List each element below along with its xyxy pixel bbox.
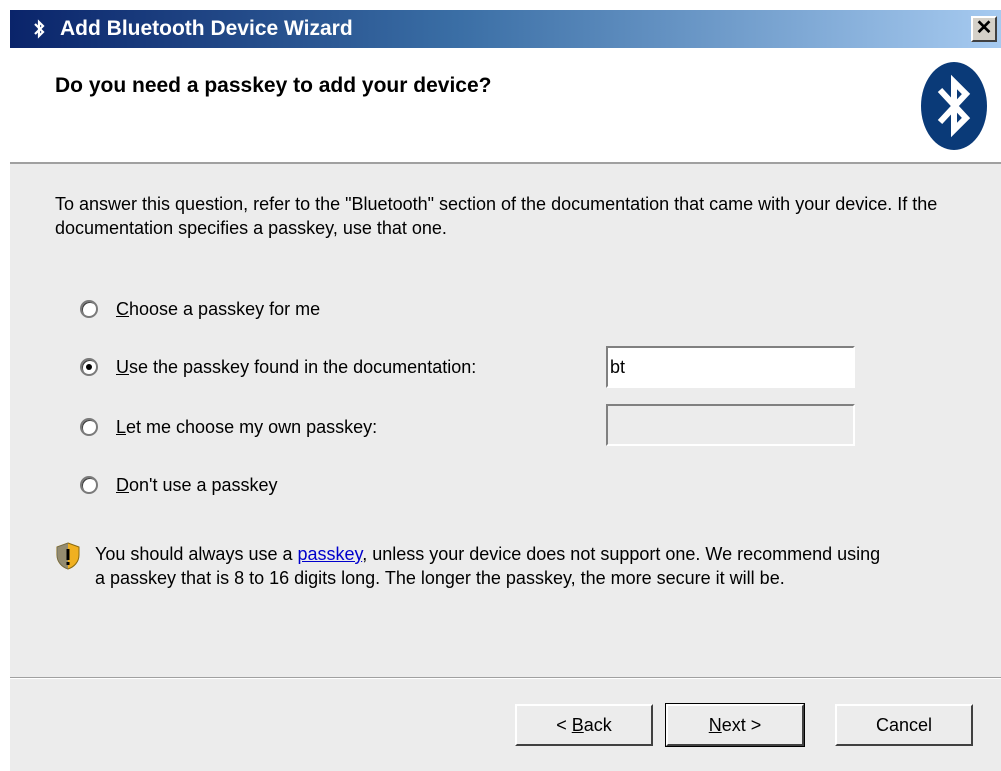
radio-button[interactable] — [80, 418, 98, 436]
radio-label[interactable]: Use the passkey found in the documentati… — [116, 357, 476, 378]
radio-button[interactable] — [80, 300, 98, 318]
radio-option-choose-for-me[interactable]: Choose a passkey for me — [80, 294, 320, 324]
close-icon: ✕ — [975, 17, 993, 39]
title-bar[interactable]: Add Bluetooth Device Wizard ✕ — [10, 10, 1001, 48]
wizard-header: Do you need a passkey to add your device… — [10, 48, 1001, 164]
radio-label[interactable]: Let me choose my own passkey: — [116, 417, 377, 438]
radio-label[interactable]: Don't use a passkey — [116, 475, 278, 496]
close-button[interactable]: ✕ — [971, 16, 997, 42]
radio-option-no-passkey[interactable]: Don't use a passkey — [80, 470, 278, 500]
cancel-button[interactable]: Cancel — [835, 704, 973, 746]
radio-button[interactable] — [80, 476, 98, 494]
next-button[interactable]: Next > — [665, 703, 805, 747]
footer-divider — [10, 677, 1001, 679]
bluetooth-icon — [34, 19, 45, 39]
page-title: Do you need a passkey to add your device… — [55, 74, 492, 97]
notice-text: You should always use a passkey, unless … — [95, 544, 881, 588]
radio-button[interactable] — [80, 358, 98, 376]
bluetooth-icon — [921, 62, 987, 150]
radio-option-documentation-passkey[interactable]: Use the passkey found in the documentati… — [80, 352, 476, 382]
own-passkey-input — [606, 404, 855, 446]
security-notice: You should always use a passkey, unless … — [55, 542, 885, 590]
shield-warning-icon — [56, 542, 80, 570]
radio-label[interactable]: Choose a passkey for me — [116, 299, 320, 320]
screen-top-edge — [0, 0, 1001, 10]
documentation-passkey-input[interactable] — [606, 346, 855, 388]
window-title: Add Bluetooth Device Wizard — [60, 17, 353, 40]
back-button[interactable]: < Back — [515, 704, 653, 746]
wizard-content: To answer this question, refer to the "B… — [10, 164, 1001, 679]
passkey-link[interactable]: passkey — [297, 544, 362, 564]
screen-left-edge — [0, 0, 10, 771]
radio-option-own-passkey[interactable]: Let me choose my own passkey: — [80, 412, 377, 442]
intro-text: To answer this question, refer to the "B… — [55, 194, 938, 238]
